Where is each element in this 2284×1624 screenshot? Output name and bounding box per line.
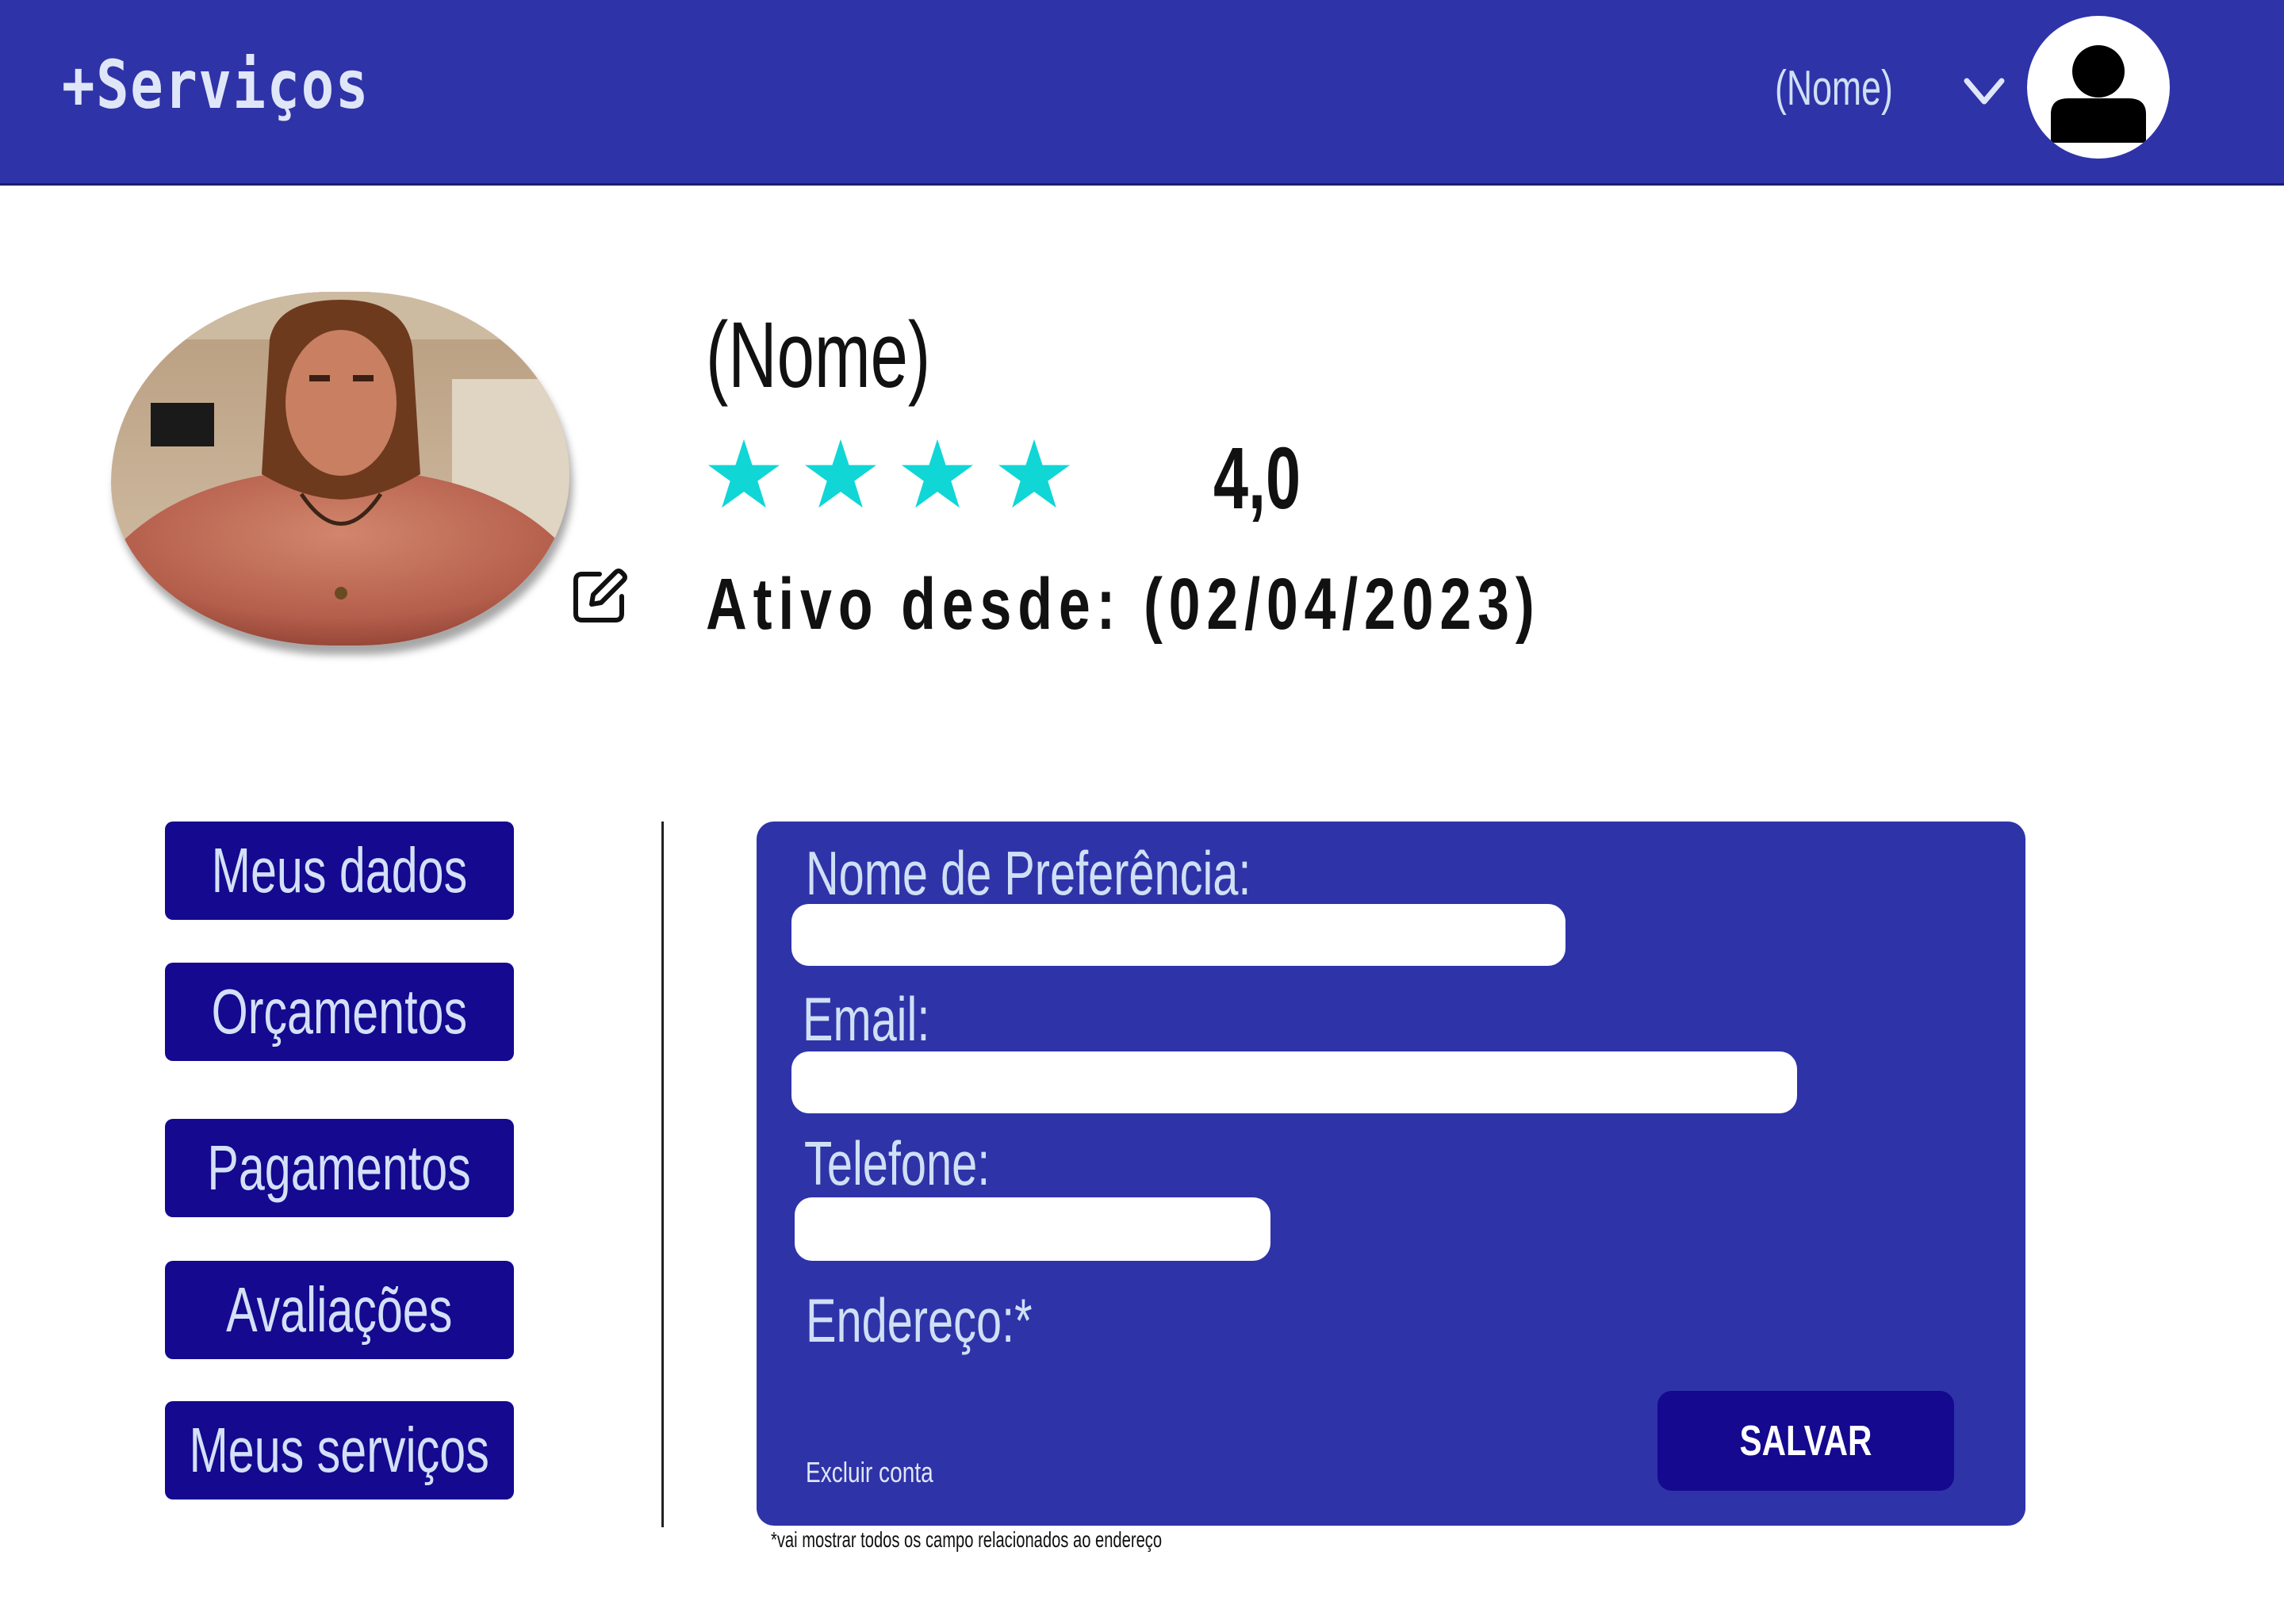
phone-field[interactable] bbox=[795, 1197, 1270, 1261]
profile-form-panel: Nome de Preferência: Email: Telefone: En… bbox=[757, 822, 2025, 1526]
delete-account-link[interactable]: Excluir conta bbox=[806, 1456, 933, 1489]
profile-photo-image bbox=[111, 292, 569, 645]
active-since-text: Ativo desde: (02/04/2023) bbox=[706, 564, 1541, 645]
vertical-divider bbox=[661, 822, 664, 1527]
sidebar-item-meus-servicos[interactable]: Meus serviços bbox=[165, 1401, 514, 1500]
sidebar-item-label: Pagamentos bbox=[207, 1132, 472, 1203]
sidebar-item-orcamentos[interactable]: Orçamentos bbox=[165, 963, 514, 1061]
email-field[interactable] bbox=[791, 1051, 1797, 1113]
rating-value: 4,0 bbox=[1213, 430, 1301, 527]
sidebar-item-pagamentos[interactable]: Pagamentos bbox=[165, 1119, 514, 1217]
save-button[interactable]: SALVAR bbox=[1657, 1391, 1954, 1491]
sidebar-item-label: Orçamentos bbox=[211, 976, 468, 1047]
sidebar-item-avaliacoes[interactable]: Avaliações bbox=[165, 1261, 514, 1359]
email-label: Email: bbox=[803, 984, 930, 1054]
save-button-label: SALVAR bbox=[1739, 1417, 1872, 1465]
sidebar-item-label: Avaliações bbox=[226, 1274, 453, 1345]
chevron-down-icon[interactable] bbox=[1964, 76, 2005, 108]
phone-label: Telefone: bbox=[804, 1128, 991, 1198]
edit-icon[interactable] bbox=[568, 565, 631, 628]
app-logo[interactable]: +Serviços bbox=[62, 46, 370, 124]
sidebar-item-label: Meus dados bbox=[211, 835, 468, 906]
sidebar-item-label: Meus serviços bbox=[189, 1415, 490, 1485]
star-icon bbox=[901, 439, 974, 508]
preferred-name-input[interactable] bbox=[791, 904, 1565, 966]
user-avatar-button[interactable] bbox=[2027, 16, 2170, 159]
profile-photo bbox=[111, 292, 569, 645]
top-header: +Serviços (Nome) bbox=[0, 0, 2284, 186]
star-icon bbox=[707, 439, 780, 508]
rating-stars bbox=[706, 436, 1072, 523]
star-icon bbox=[998, 439, 1071, 508]
profile-name: (Nome) bbox=[706, 303, 931, 408]
preferred-name-label: Nome de Preferência: bbox=[806, 838, 1251, 908]
address-footnote: *vai mostrar todos os campo relacionados… bbox=[771, 1527, 1163, 1552]
user-avatar-icon bbox=[2051, 45, 2146, 143]
address-label: Endereço:* bbox=[806, 1285, 1033, 1355]
header-user-name[interactable]: (Nome) bbox=[1775, 60, 1893, 117]
star-icon bbox=[804, 439, 877, 508]
sidebar-item-meus-dados[interactable]: Meus dados bbox=[165, 822, 514, 920]
